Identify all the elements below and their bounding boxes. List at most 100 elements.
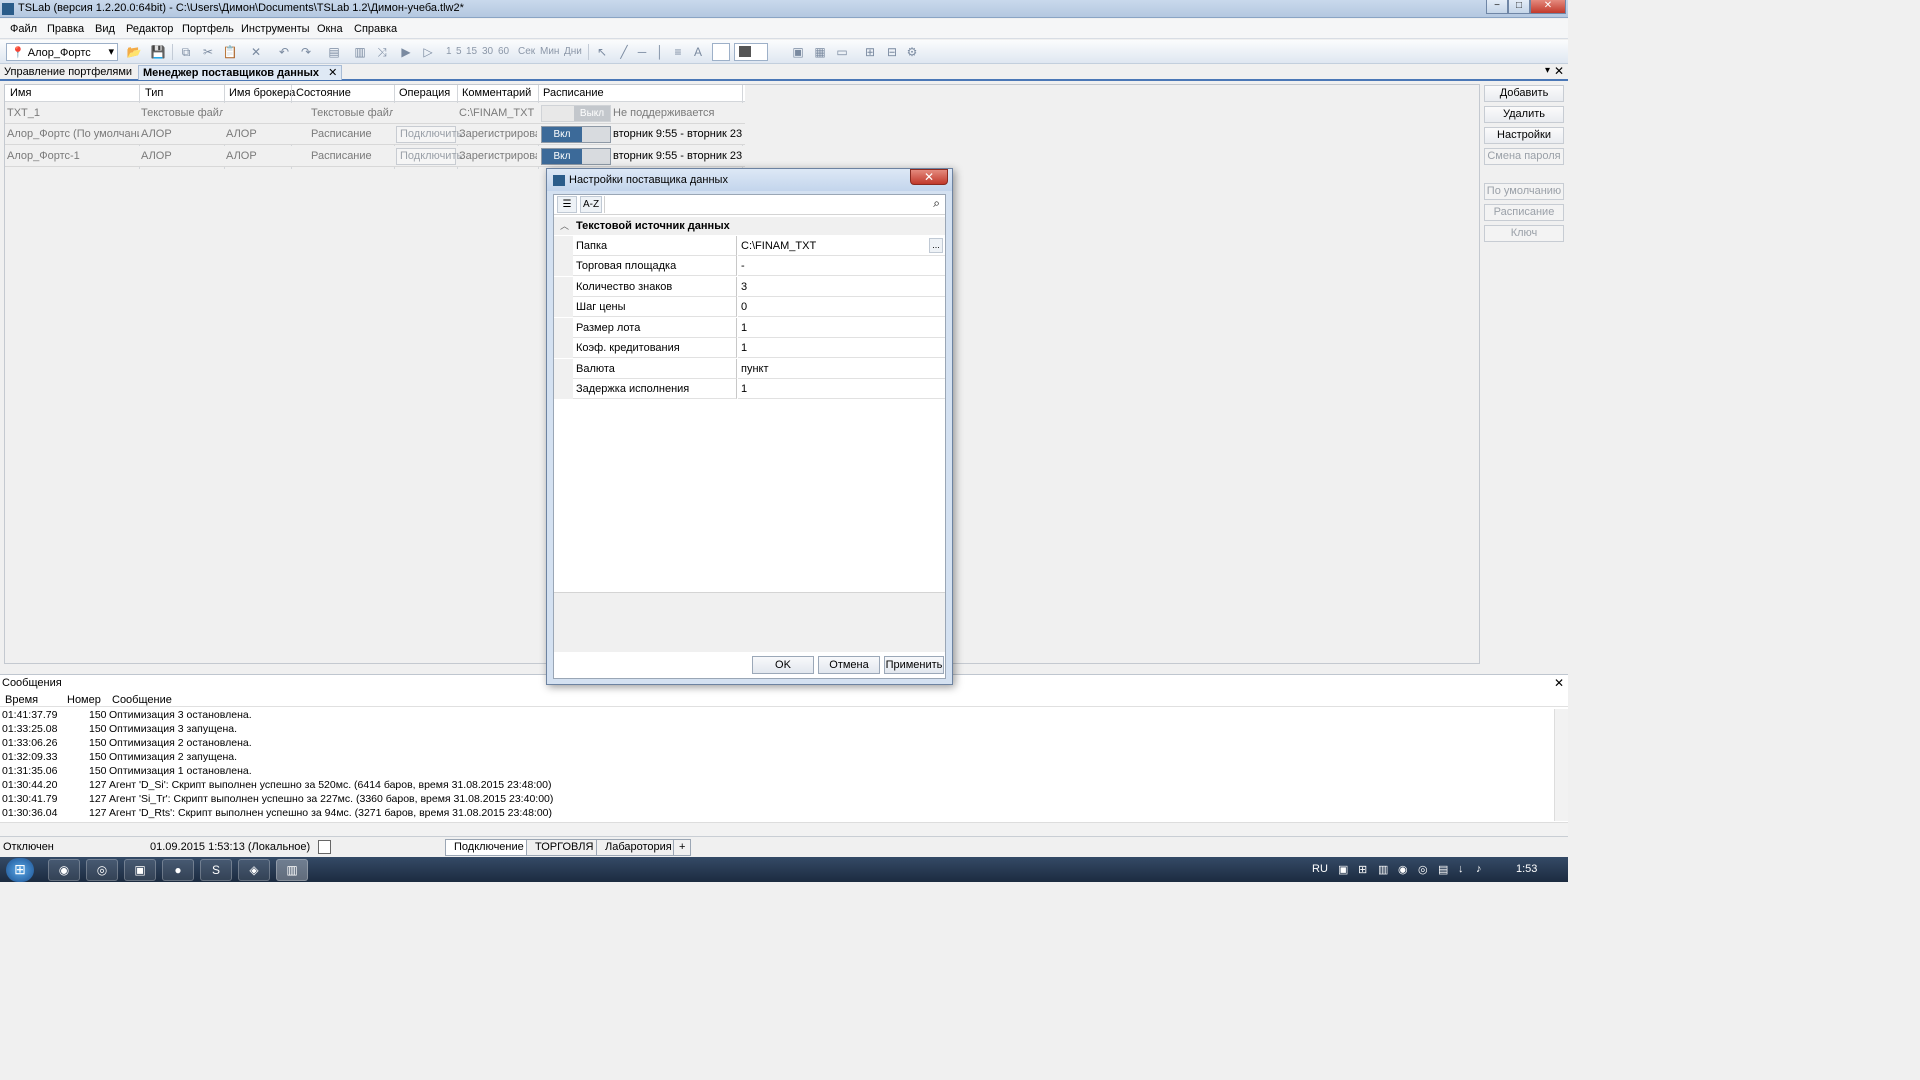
menu-tools[interactable]: Инструменты bbox=[241, 23, 310, 35]
tray-icon[interactable]: ▥ bbox=[1378, 863, 1388, 876]
app-icon-taskbar[interactable]: ◈ bbox=[238, 859, 270, 881]
browser-icon[interactable]: ◎ bbox=[86, 859, 118, 881]
table-row[interactable]: Алор_Фортс (По умолчанию) АЛОР АЛОР Расп… bbox=[5, 124, 745, 145]
add-workspace-tab-button[interactable]: + bbox=[673, 839, 692, 856]
save-layout-icon[interactable]: ▣ bbox=[790, 44, 806, 60]
menu-help[interactable]: Справка bbox=[354, 23, 397, 35]
property-value[interactable]: пункт bbox=[738, 359, 945, 379]
close-tab-icon[interactable]: ✕ bbox=[328, 67, 337, 79]
connect-button[interactable]: Подключить bbox=[396, 148, 462, 165]
unit-minutes[interactable]: Мин bbox=[540, 46, 559, 57]
property-value[interactable]: 1 bbox=[738, 379, 945, 399]
play-icon[interactable]: ▶ bbox=[398, 44, 414, 60]
open-layout-icon[interactable]: ▭ bbox=[834, 44, 850, 60]
skype-icon[interactable]: S bbox=[200, 859, 232, 881]
interval-1[interactable]: 1 bbox=[446, 46, 452, 57]
tab-portfolio-management[interactable]: Управление портфелями bbox=[0, 65, 136, 80]
set-default-button[interactable]: По умолчанию bbox=[1484, 183, 1564, 200]
key-button[interactable]: Ключ bbox=[1484, 225, 1564, 242]
search-icon[interactable]: ⌕ bbox=[933, 196, 940, 211]
line-icon[interactable]: ╱ bbox=[616, 44, 632, 60]
property-category[interactable]: ︿ Текстовой источник данных bbox=[554, 217, 945, 235]
document-icon[interactable]: ▤ bbox=[326, 44, 342, 60]
property-row[interactable]: Размер лота 1 bbox=[554, 318, 945, 338]
col-schedule[interactable]: Расписание bbox=[543, 87, 604, 99]
unit-seconds[interactable]: Сек bbox=[518, 46, 535, 57]
cut-icon[interactable]: ✂ bbox=[200, 44, 216, 60]
property-value[interactable]: - bbox=[738, 256, 945, 276]
message-row[interactable]: 01:33:25.08 150 Оптимизация 3 запущена. bbox=[0, 723, 1550, 737]
grid-alt-icon[interactable]: ⊟ bbox=[884, 44, 900, 60]
menu-windows[interactable]: Окна bbox=[317, 23, 343, 35]
property-row[interactable]: Количество знаков 3 bbox=[554, 277, 945, 297]
message-row[interactable]: 01:32:09.33 150 Оптимизация 2 запущена. bbox=[0, 751, 1550, 765]
tray-icon[interactable]: ⊞ bbox=[1358, 863, 1367, 876]
collapse-icon[interactable]: ︿ bbox=[560, 219, 569, 232]
message-row[interactable]: 01:30:36.04 127 Агент 'D_Rts': Скрипт вы… bbox=[0, 807, 1550, 821]
settings-icon[interactable]: ⚙ bbox=[904, 44, 920, 60]
col-state[interactable]: Состояние bbox=[296, 87, 351, 99]
copy-icon[interactable]: ⧉ bbox=[178, 44, 194, 60]
dialog-titlebar[interactable]: Настройки поставщика данных ✕ bbox=[547, 169, 952, 191]
menu-editor[interactable]: Редактор bbox=[126, 23, 173, 35]
step-icon[interactable]: ▷ bbox=[420, 44, 436, 60]
property-row[interactable]: Торговая площадка - bbox=[554, 256, 945, 276]
download-icon[interactable]: ↓ bbox=[1458, 863, 1464, 875]
col-comment[interactable]: Комментарий bbox=[462, 87, 531, 99]
maximize-button[interactable]: □ bbox=[1508, 0, 1530, 14]
fibo-icon[interactable]: ≡ bbox=[670, 44, 686, 60]
sort-alphabetical-button[interactable]: A-Z bbox=[580, 196, 602, 213]
property-search-input[interactable]: ⌕ bbox=[604, 196, 944, 213]
unit-days[interactable]: Дни bbox=[564, 46, 582, 57]
property-value[interactable]: 1 bbox=[738, 338, 945, 358]
minimize-button[interactable]: − bbox=[1486, 0, 1508, 14]
network-icon[interactable]: ▤ bbox=[1438, 863, 1448, 876]
interval-30[interactable]: 30 bbox=[482, 46, 493, 57]
col-number[interactable]: Номер bbox=[67, 694, 101, 706]
col-type[interactable]: Тип bbox=[145, 87, 163, 99]
undo-icon[interactable]: ↶ bbox=[276, 44, 292, 60]
message-row[interactable]: 01:33:06.26 150 Оптимизация 2 остановлен… bbox=[0, 737, 1550, 751]
message-row[interactable]: 01:30:44.20 127 Агент 'D_Si': Скрипт вып… bbox=[0, 779, 1550, 793]
categorized-view-icon[interactable]: ☰ bbox=[557, 196, 577, 213]
shuffle-icon[interactable]: ⤨ bbox=[374, 44, 390, 60]
close-messages-icon[interactable]: ✕ bbox=[1554, 676, 1564, 690]
col-message[interactable]: Сообщение bbox=[112, 694, 172, 706]
schedule-toggle[interactable]: Выкл bbox=[541, 105, 611, 122]
color-dropdown[interactable] bbox=[734, 43, 768, 61]
connect-button[interactable]: Подключить bbox=[396, 126, 462, 143]
workspace-tab-trading[interactable]: ТОРГОВЛЯ bbox=[526, 839, 603, 856]
tslab-taskbar-icon[interactable]: ▥ bbox=[276, 859, 308, 881]
messages-horizontal-scrollbar[interactable] bbox=[0, 822, 1568, 836]
property-value[interactable]: 3 bbox=[738, 277, 945, 297]
bar-chart-icon[interactable]: ▥ bbox=[352, 44, 368, 60]
interval-15[interactable]: 15 bbox=[466, 46, 477, 57]
property-value[interactable]: 1 bbox=[738, 318, 945, 338]
table-row[interactable]: TXT_1 Текстовые файлы Текстовые файлы C:… bbox=[5, 103, 745, 124]
message-row[interactable]: 01:31:35.06 150 Оптимизация 1 остановлен… bbox=[0, 765, 1550, 779]
menu-file[interactable]: Файл bbox=[10, 23, 37, 35]
interval-5[interactable]: 5 bbox=[456, 46, 462, 57]
portfolio-combo[interactable]: 📍 Алор_Фортс ▾ bbox=[6, 43, 118, 61]
open-folder-icon[interactable]: 📂 bbox=[126, 44, 142, 60]
change-password-button[interactable]: Смена пароля bbox=[1484, 148, 1564, 165]
delete-button[interactable]: Удалить bbox=[1484, 106, 1564, 123]
line-style-dropdown[interactable] bbox=[712, 43, 730, 61]
close-dialog-button[interactable]: ✕ bbox=[910, 169, 948, 185]
workspace-tab-laboratory[interactable]: Лабаротория bbox=[596, 839, 681, 856]
menu-portfolio[interactable]: Портфель bbox=[182, 23, 234, 35]
pane-menu-icon[interactable]: ▾ bbox=[1545, 65, 1550, 76]
menu-edit[interactable]: Правка bbox=[47, 23, 84, 35]
media-icon[interactable]: ▣ bbox=[124, 859, 156, 881]
volume-icon[interactable]: ♪ bbox=[1476, 863, 1482, 875]
property-value[interactable]: 0 bbox=[738, 297, 945, 317]
col-time[interactable]: Время bbox=[5, 694, 38, 706]
cursor-icon[interactable]: ↖ bbox=[594, 44, 610, 60]
interval-60[interactable]: 60 bbox=[498, 46, 509, 57]
windows-start-icon[interactable]: ⊞ bbox=[6, 858, 34, 882]
ok-button[interactable]: OK bbox=[752, 656, 814, 674]
message-row[interactable]: 01:30:41.79 127 Агент 'Si_Tr': Скрипт вы… bbox=[0, 793, 1550, 807]
col-operation[interactable]: Операция bbox=[399, 87, 450, 99]
delete-icon[interactable]: ✕ bbox=[248, 44, 264, 60]
message-row[interactable]: 01:41:37.79 150 Оптимизация 3 остановлен… bbox=[0, 709, 1550, 723]
